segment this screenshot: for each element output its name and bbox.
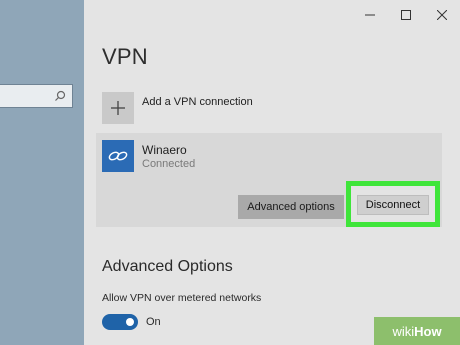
vpn-status: Connected: [142, 158, 196, 170]
watermark-brand-b: How: [414, 323, 442, 339]
vpn-connection-card[interactable]: Winaero Connected Advanced options Disco…: [96, 133, 442, 227]
wikihow-watermark: wiki How: [374, 317, 460, 345]
toggle-knob: [126, 318, 134, 326]
close-button[interactable]: [424, 0, 460, 30]
metered-networks-label: Allow VPN over metered networks: [102, 292, 262, 304]
vpn-name: Winaero: [142, 143, 187, 157]
minimize-icon: [365, 14, 375, 16]
minimize-button[interactable]: [352, 0, 388, 30]
advanced-options-button[interactable]: Advanced options: [238, 195, 344, 219]
add-tile[interactable]: [102, 92, 134, 124]
maximize-button[interactable]: [388, 0, 424, 30]
plus-icon: [111, 101, 125, 115]
metered-toggle[interactable]: [102, 314, 138, 330]
add-vpn-connection[interactable]: Add a VPN connection: [102, 92, 253, 124]
metered-toggle-row: On: [102, 314, 161, 330]
vpn-tile: [102, 140, 134, 172]
add-vpn-label: Add a VPN connection: [142, 96, 253, 108]
close-icon: [437, 10, 447, 20]
sidebar: [0, 0, 84, 345]
window-controls: [352, 0, 460, 30]
page-title: VPN: [102, 44, 148, 69]
toggle-state-label: On: [146, 316, 161, 328]
search-box[interactable]: [0, 84, 73, 108]
settings-pane: VPN Add a VPN connection Winaero Connect…: [84, 0, 460, 345]
highlight-box: Disconnect: [346, 181, 440, 227]
vpn-link-icon: [108, 151, 128, 161]
search-icon[interactable]: [54, 90, 66, 102]
advanced-options-heading: Advanced Options: [102, 258, 233, 275]
disconnect-button[interactable]: Disconnect: [357, 195, 429, 215]
maximize-icon: [401, 10, 411, 20]
watermark-brand-a: wiki: [392, 323, 415, 339]
